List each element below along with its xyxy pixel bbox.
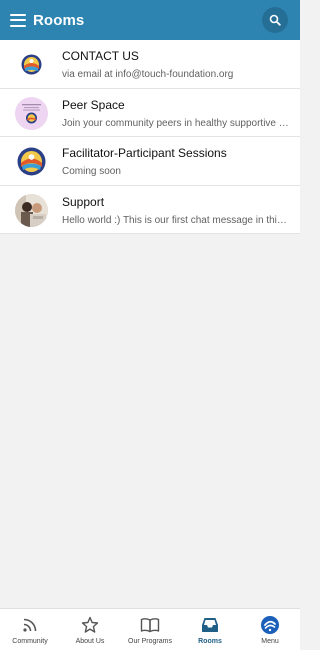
page-title: Rooms	[33, 11, 85, 29]
top-header: Rooms	[0, 0, 300, 40]
bottom-navigation: Community About Us Our Programs Rooms Me…	[0, 608, 300, 650]
room-name: Support	[62, 194, 105, 209]
app-root: Rooms CONTACT US via email at info@touch…	[0, 0, 300, 650]
room-avatar-support	[15, 193, 48, 227]
nav-label: Rooms	[198, 638, 222, 645]
logo-icon	[260, 615, 280, 635]
nav-our-programs[interactable]: Our Programs	[120, 609, 180, 650]
room-item-contact-us[interactable]: CONTACT US via email at info@touch-found…	[0, 40, 300, 89]
nav-about-us[interactable]: About Us	[60, 609, 120, 650]
nav-label: Menu	[261, 638, 279, 645]
nav-community[interactable]: Community	[0, 609, 60, 650]
room-name: Facilitator-Participant Sessions	[62, 146, 227, 160]
room-list: CONTACT US via email at info@touch-found…	[0, 40, 300, 234]
nav-menu[interactable]: Menu	[240, 609, 300, 650]
search-icon	[269, 14, 281, 26]
room-subtitle: Coming soon	[62, 166, 121, 177]
room-item-peer-space[interactable]: Peer Space Join your community peers in …	[0, 88, 300, 137]
room-avatar-peer-space	[15, 96, 48, 130]
room-item-support[interactable]: Support Hello world :) This is our first…	[0, 185, 300, 234]
room-name: Peer Space	[62, 97, 125, 112]
nav-label: Community	[12, 638, 48, 645]
room-item-facilitator-sessions[interactable]: Facilitator-Participant Sessions Coming …	[0, 137, 300, 186]
book-icon	[140, 615, 160, 635]
search-button[interactable]	[262, 7, 288, 33]
hamburger-menu-icon[interactable]	[10, 13, 26, 27]
room-avatar-facilitator	[15, 145, 48, 178]
inbox-icon	[200, 615, 220, 635]
room-subtitle: via email at info@touch-foundation.org	[62, 69, 234, 80]
nav-rooms[interactable]: Rooms	[180, 609, 240, 650]
room-name: CONTACT US	[62, 49, 139, 63]
room-subtitle: Join your community peers in healthy sup…	[62, 117, 290, 129]
nav-label: Our Programs	[128, 638, 172, 645]
rss-icon	[20, 615, 40, 635]
star-icon	[80, 615, 100, 635]
room-subtitle: Hello world :) This is our first chat me…	[62, 214, 290, 226]
nav-label: About Us	[75, 638, 105, 645]
room-avatar-contact-us	[15, 48, 48, 81]
